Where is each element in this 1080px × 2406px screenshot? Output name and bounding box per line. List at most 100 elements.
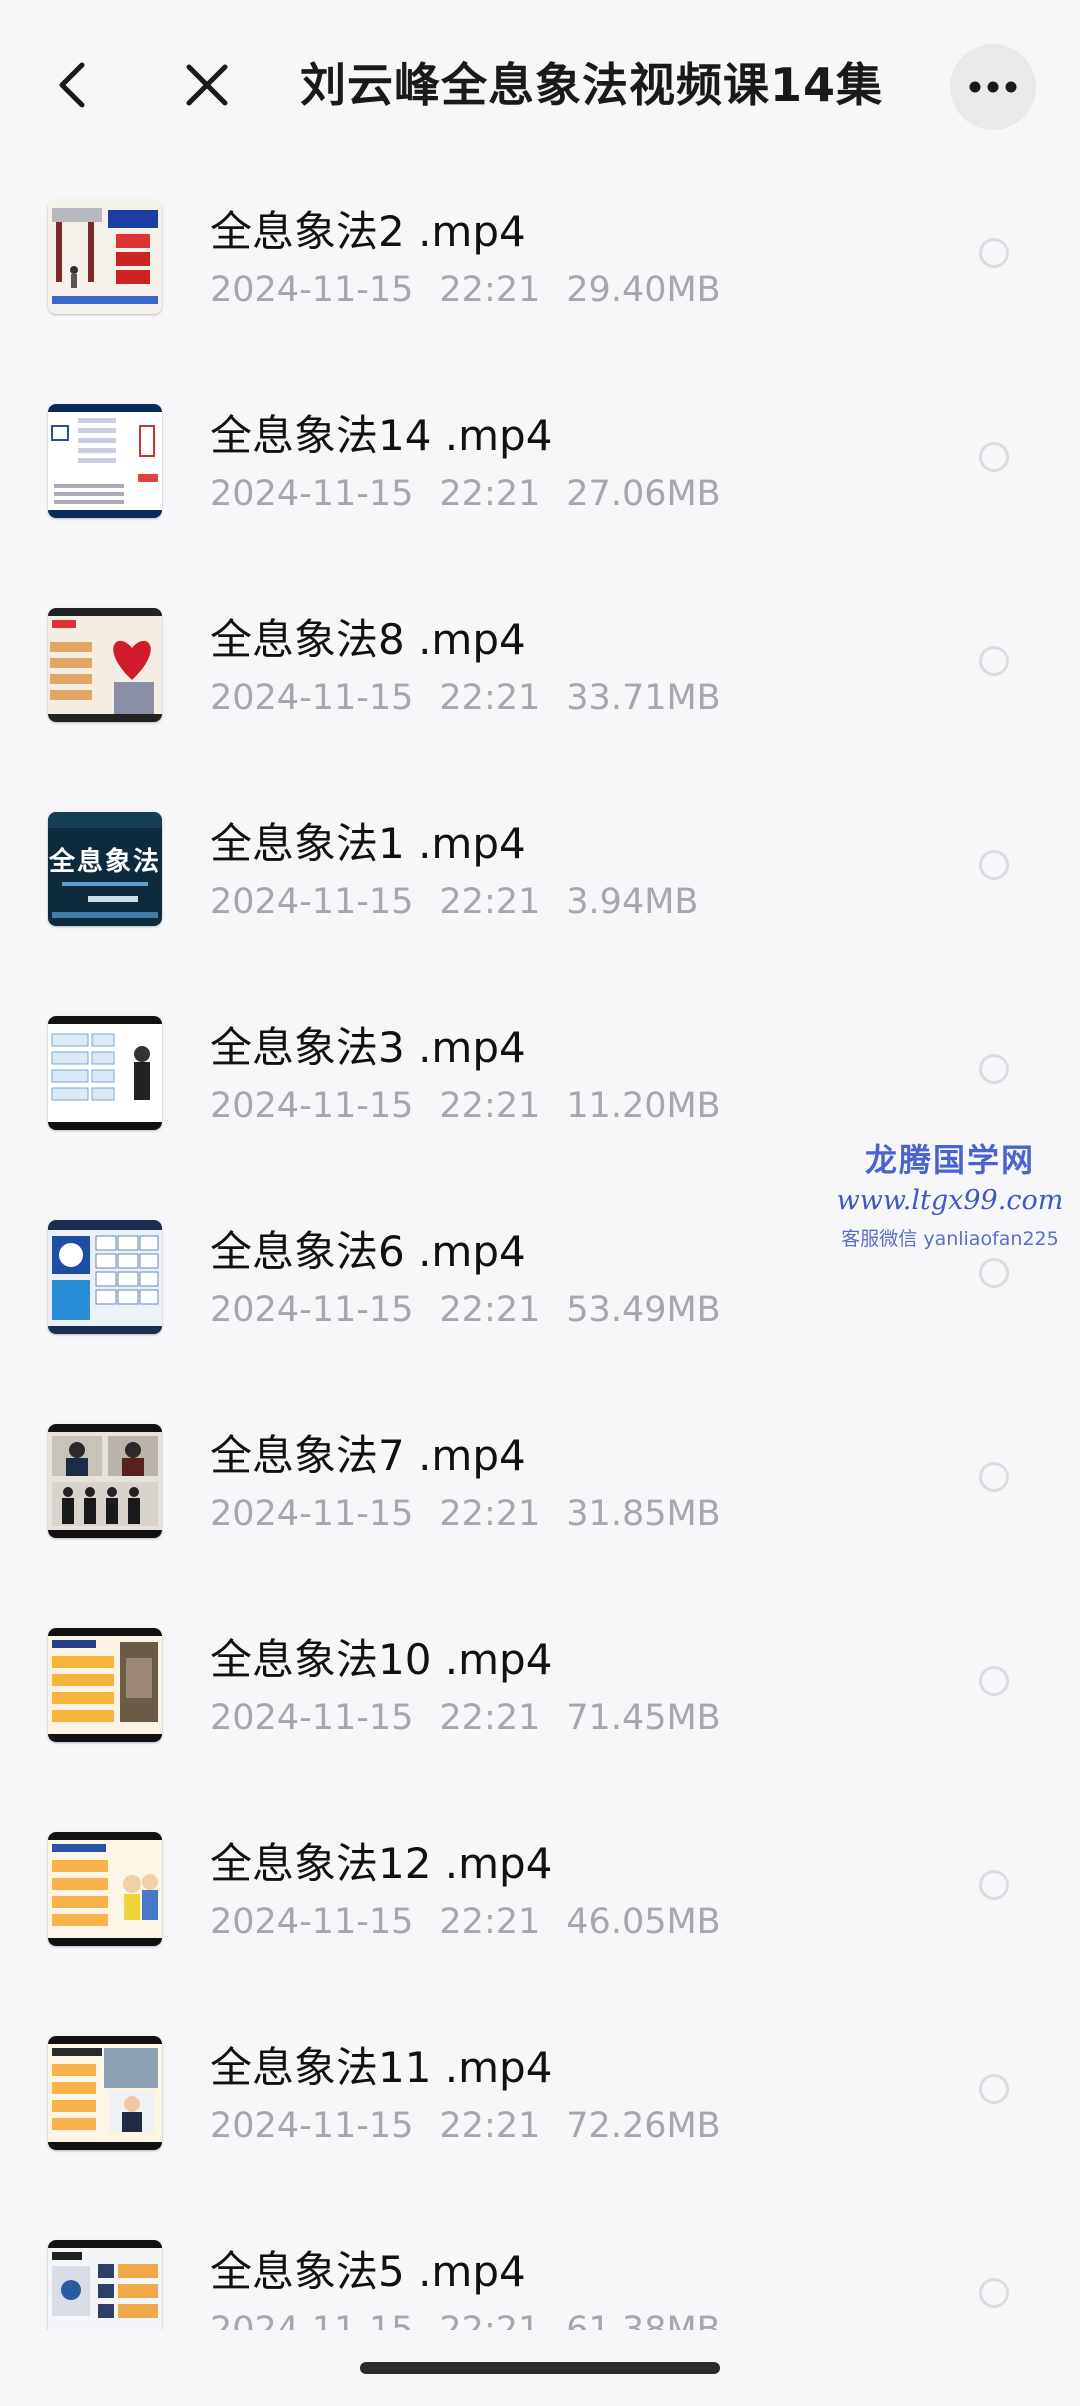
file-time: 22:21 xyxy=(439,882,541,922)
home-indicator[interactable] xyxy=(360,2362,720,2374)
file-name: 全息象法11 .mp4 xyxy=(210,2043,553,2092)
svg-text:全息象法: 全息象法 xyxy=(48,846,161,877)
file-meta: 2024-11-15 22:21 71.45MB xyxy=(210,1698,721,1738)
file-size: 53.49MB xyxy=(566,1290,721,1330)
file-size: 11.20MB xyxy=(566,1086,721,1126)
file-date: 2024-11-15 xyxy=(210,1902,414,1942)
file-meta: 2024-11-15 22:21 46.05MB xyxy=(210,1902,721,1942)
file-meta: 2024-11-15 22:21 61.38MB xyxy=(210,2310,721,2330)
file-name: 全息象法10 .mp4 xyxy=(210,1635,553,1684)
file-list-item[interactable]: 全息象法 全息象法1 .mp4 2024-11-15 22:21 3.94MB xyxy=(0,802,1080,1006)
file-time: 22:21 xyxy=(439,678,541,718)
file-list-item[interactable]: 全息象法10 .mp4 2024-11-15 22:21 71.45MB xyxy=(0,1618,1080,1822)
file-size: 33.71MB xyxy=(566,678,721,718)
file-size: 61.38MB xyxy=(566,2310,721,2330)
file-list-item[interactable]: 全息象法6 .mp4 2024-11-15 22:21 53.49MB xyxy=(0,1210,1080,1414)
select-radio[interactable] xyxy=(979,238,1009,268)
file-date: 2024-11-15 xyxy=(210,1290,414,1330)
file-size: 27.06MB xyxy=(566,474,721,514)
file-time: 22:21 xyxy=(439,1902,541,1942)
file-date: 2024-11-15 xyxy=(210,270,414,310)
file-date: 2024-11-15 xyxy=(210,678,414,718)
select-radio[interactable] xyxy=(979,442,1009,472)
file-date: 2024-11-15 xyxy=(210,2106,414,2146)
file-name: 全息象法2 .mp4 xyxy=(210,207,526,256)
top-navigation-bar: 刘云峰全息象法视频课14集 xyxy=(0,0,1080,170)
file-list-item[interactable]: 全息象法3 .mp4 2024-11-15 22:21 11.20MB xyxy=(0,1006,1080,1210)
file-name: 全息象法3 .mp4 xyxy=(210,1023,526,1072)
select-radio[interactable] xyxy=(979,850,1009,880)
file-date: 2024-11-15 xyxy=(210,1494,414,1534)
file-name: 全息象法14 .mp4 xyxy=(210,411,553,460)
video-thumbnail xyxy=(48,2240,162,2330)
file-list-item[interactable]: 全息象法5 .mp4 2024-11-15 22:21 61.38MB xyxy=(0,2230,1080,2330)
select-radio[interactable] xyxy=(979,1462,1009,1492)
file-size: 31.85MB xyxy=(566,1494,721,1534)
select-radio[interactable] xyxy=(979,1258,1009,1288)
close-icon xyxy=(186,64,228,106)
file-date: 2024-11-15 xyxy=(210,2310,414,2330)
file-meta: 2024-11-15 22:21 33.71MB xyxy=(210,678,721,718)
more-horizontal-icon xyxy=(969,81,1017,93)
select-radio[interactable] xyxy=(979,1870,1009,1900)
video-thumbnail xyxy=(48,608,162,722)
file-list-screen: 刘云峰全息象法视频课14集 全息象法2 .mp4 2024-11-15 22:21 2… xyxy=(0,0,1080,2406)
file-name: 全息象法6 .mp4 xyxy=(210,1227,526,1276)
file-meta: 2024-11-15 22:21 3.94MB xyxy=(210,882,698,922)
file-name: 全息象法12 .mp4 xyxy=(210,1839,553,1888)
video-thumbnail xyxy=(48,2036,162,2150)
video-thumbnail xyxy=(48,404,162,518)
video-thumbnail xyxy=(48,1628,162,1742)
file-list-item[interactable]: 全息象法12 .mp4 2024-11-15 22:21 46.05MB xyxy=(0,1822,1080,2026)
video-thumbnail xyxy=(48,1832,162,1946)
file-date: 2024-11-15 xyxy=(210,474,414,514)
file-date: 2024-11-15 xyxy=(210,1698,414,1738)
file-size: 71.45MB xyxy=(566,1698,721,1738)
file-meta: 2024-11-15 22:21 31.85MB xyxy=(210,1494,721,1534)
file-time: 22:21 xyxy=(439,1494,541,1534)
file-size: 29.40MB xyxy=(566,270,721,310)
file-name: 全息象法5 .mp4 xyxy=(210,2247,526,2296)
file-time: 22:21 xyxy=(439,1290,541,1330)
file-size: 72.26MB xyxy=(566,2106,721,2146)
file-time: 22:21 xyxy=(439,1698,541,1738)
select-radio[interactable] xyxy=(979,2278,1009,2308)
file-size: 46.05MB xyxy=(566,1902,721,1942)
file-meta: 2024-11-15 22:21 29.40MB xyxy=(210,270,721,310)
file-time: 22:21 xyxy=(439,2106,541,2146)
back-button[interactable] xyxy=(40,50,104,120)
file-time: 22:21 xyxy=(439,474,541,514)
file-name: 全息象法8 .mp4 xyxy=(210,615,526,664)
select-radio[interactable] xyxy=(979,2074,1009,2104)
file-time: 22:21 xyxy=(439,1086,541,1126)
video-thumbnail xyxy=(48,1016,162,1130)
select-radio[interactable] xyxy=(979,646,1009,676)
close-button[interactable] xyxy=(172,50,242,120)
file-list-item[interactable]: 全息象法11 .mp4 2024-11-15 22:21 72.26MB xyxy=(0,2026,1080,2230)
file-size: 3.94MB xyxy=(566,882,699,922)
video-thumbnail: 全息象法 xyxy=(48,812,162,926)
file-list-item[interactable]: 全息象法8 .mp4 2024-11-15 22:21 33.71MB xyxy=(0,598,1080,802)
video-thumbnail xyxy=(48,1220,162,1334)
select-radio[interactable] xyxy=(979,1054,1009,1084)
select-radio[interactable] xyxy=(979,1666,1009,1696)
file-time: 22:21 xyxy=(439,270,541,310)
file-meta: 2024-11-15 22:21 27.06MB xyxy=(210,474,721,514)
file-meta: 2024-11-15 22:21 11.20MB xyxy=(210,1086,721,1126)
file-date: 2024-11-15 xyxy=(210,882,414,922)
video-thumbnail xyxy=(48,1424,162,1538)
file-list: 全息象法2 .mp4 2024-11-15 22:21 29.40MB 全息象法14 … xyxy=(0,190,1080,2330)
file-name: 全息象法7 .mp4 xyxy=(210,1431,526,1480)
file-meta: 2024-11-15 22:21 53.49MB xyxy=(210,1290,721,1330)
video-thumbnail xyxy=(48,200,162,314)
file-list-item[interactable]: 全息象法7 .mp4 2024-11-15 22:21 31.85MB xyxy=(0,1414,1080,1618)
page-title: 刘云峰全息象法视频课14集 xyxy=(300,58,884,112)
file-date: 2024-11-15 xyxy=(210,1086,414,1126)
more-options-button[interactable] xyxy=(950,44,1036,130)
chevron-left-icon xyxy=(59,62,85,108)
file-meta: 2024-11-15 22:21 72.26MB xyxy=(210,2106,721,2146)
file-time: 22:21 xyxy=(439,2310,541,2330)
file-list-item[interactable]: 全息象法14 .mp4 2024-11-15 22:21 27.06MB xyxy=(0,394,1080,598)
file-list-item[interactable]: 全息象法2 .mp4 2024-11-15 22:21 29.40MB xyxy=(0,190,1080,394)
file-name: 全息象法1 .mp4 xyxy=(210,819,526,868)
